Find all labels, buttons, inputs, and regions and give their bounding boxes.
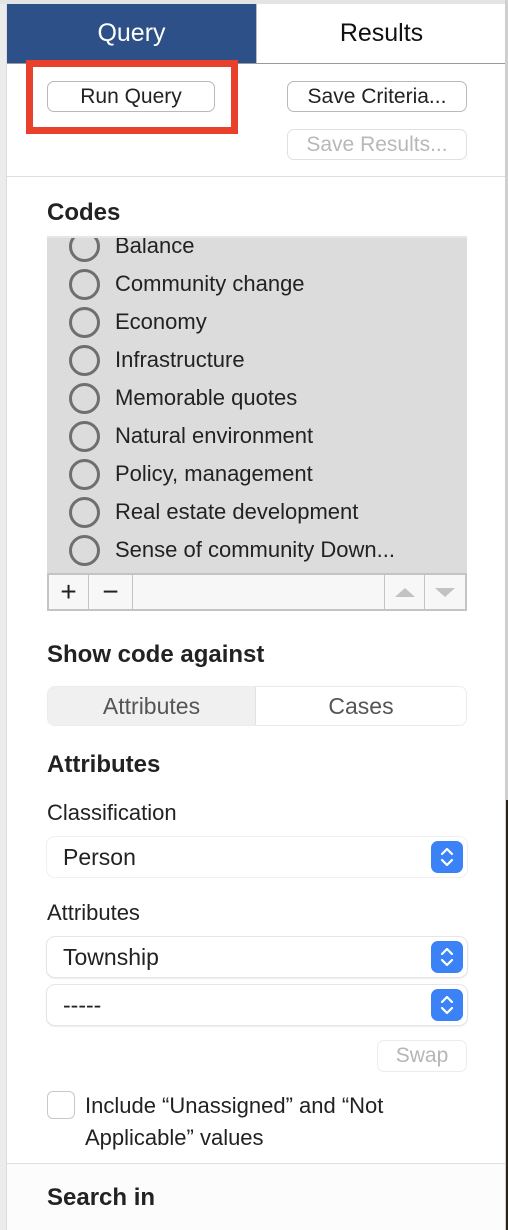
show-code-against-segmented: Attributes Cases [47,686,467,726]
triangle-down-icon [435,587,455,597]
query-panel: Query Results Run Query Save Criteria...… [6,4,507,1230]
divider [7,176,507,177]
remove-code-button[interactable]: − [89,575,133,609]
tab-query[interactable]: Query [7,4,256,63]
code-list-item[interactable]: Natural environment [47,417,467,455]
triangle-up-icon [394,587,415,597]
stepper-icon [431,841,463,873]
code-list-item[interactable]: Policy, management [47,455,467,493]
code-list-item[interactable]: Economy [47,303,467,341]
segment-attributes[interactable]: Attributes [48,687,256,725]
code-list-item[interactable]: Infrastructure [47,341,467,379]
add-code-button[interactable]: + [49,575,89,609]
toolbar-spacer [133,575,385,609]
code-list-item[interactable]: Memorable quotes [47,379,467,417]
save-results-button: Save Results... [287,129,467,160]
plus-icon: + [60,576,77,607]
codes-list[interactable]: Balance Community change Economy Infrastruc… [47,236,467,573]
tab-results[interactable]: Results [256,4,507,63]
attribute-2-popup[interactable]: ----- [47,985,467,1025]
code-label: Community change [115,271,305,296]
code-label: Real estate development [115,499,359,524]
tab-bar: Query Results [7,4,507,64]
attribute-2-value: ----- [63,991,102,1018]
code-label: Infrastructure [115,347,245,372]
radio-button[interactable] [69,306,100,338]
attribute-1-value: Township [63,943,159,970]
run-query-button[interactable]: Run Query [47,81,215,112]
code-label: Memorable quotes [115,385,298,410]
radio-button[interactable] [69,496,100,528]
classification-label: Classification [47,800,177,825]
attributes-title: Attributes [47,751,161,778]
attributes-label: Attributes [47,900,140,925]
classification-popup[interactable]: Person [47,837,467,877]
code-label: Policy, management [115,461,313,486]
save-criteria-button[interactable]: Save Criteria... [287,81,467,112]
codes-list-toolbar: + − [47,573,467,611]
codes-title: Codes [47,199,121,226]
classification-value: Person [63,843,136,870]
code-list-item[interactable]: Sense of community Down... [47,531,467,569]
code-label: Balance [115,236,195,258]
radio-button[interactable] [69,268,100,300]
code-list-item[interactable]: Balance [47,236,467,265]
stepper-icon [431,989,463,1021]
radio-button[interactable] [69,534,100,566]
code-label: Economy [115,309,207,334]
minus-icon: − [102,576,119,607]
show-code-against-title: Show code against [47,641,265,668]
swap-button: Swap [377,1040,467,1072]
move-down-button [425,575,465,609]
move-up-button [385,575,425,609]
include-unassigned-label: Include “Unassigned” and “Not Applicable… [85,1093,384,1150]
search-in-section: Search in [7,1163,507,1230]
radio-button[interactable] [69,382,100,414]
radio-button[interactable] [69,458,100,490]
search-in-title: Search in [47,1184,156,1211]
code-list-item[interactable]: Real estate development [47,493,467,531]
radio-button[interactable] [69,344,100,376]
include-unassigned-checkbox[interactable] [47,1091,75,1119]
radio-button[interactable] [69,420,100,452]
code-label: Sense of community Down... [115,537,396,562]
stepper-icon [431,941,463,973]
radio-button[interactable] [69,238,100,262]
code-label: Natural environment [115,423,314,448]
code-list-item[interactable]: Community change [47,265,467,303]
segment-cases[interactable]: Cases [256,687,466,725]
attribute-1-popup[interactable]: Township [47,937,467,977]
